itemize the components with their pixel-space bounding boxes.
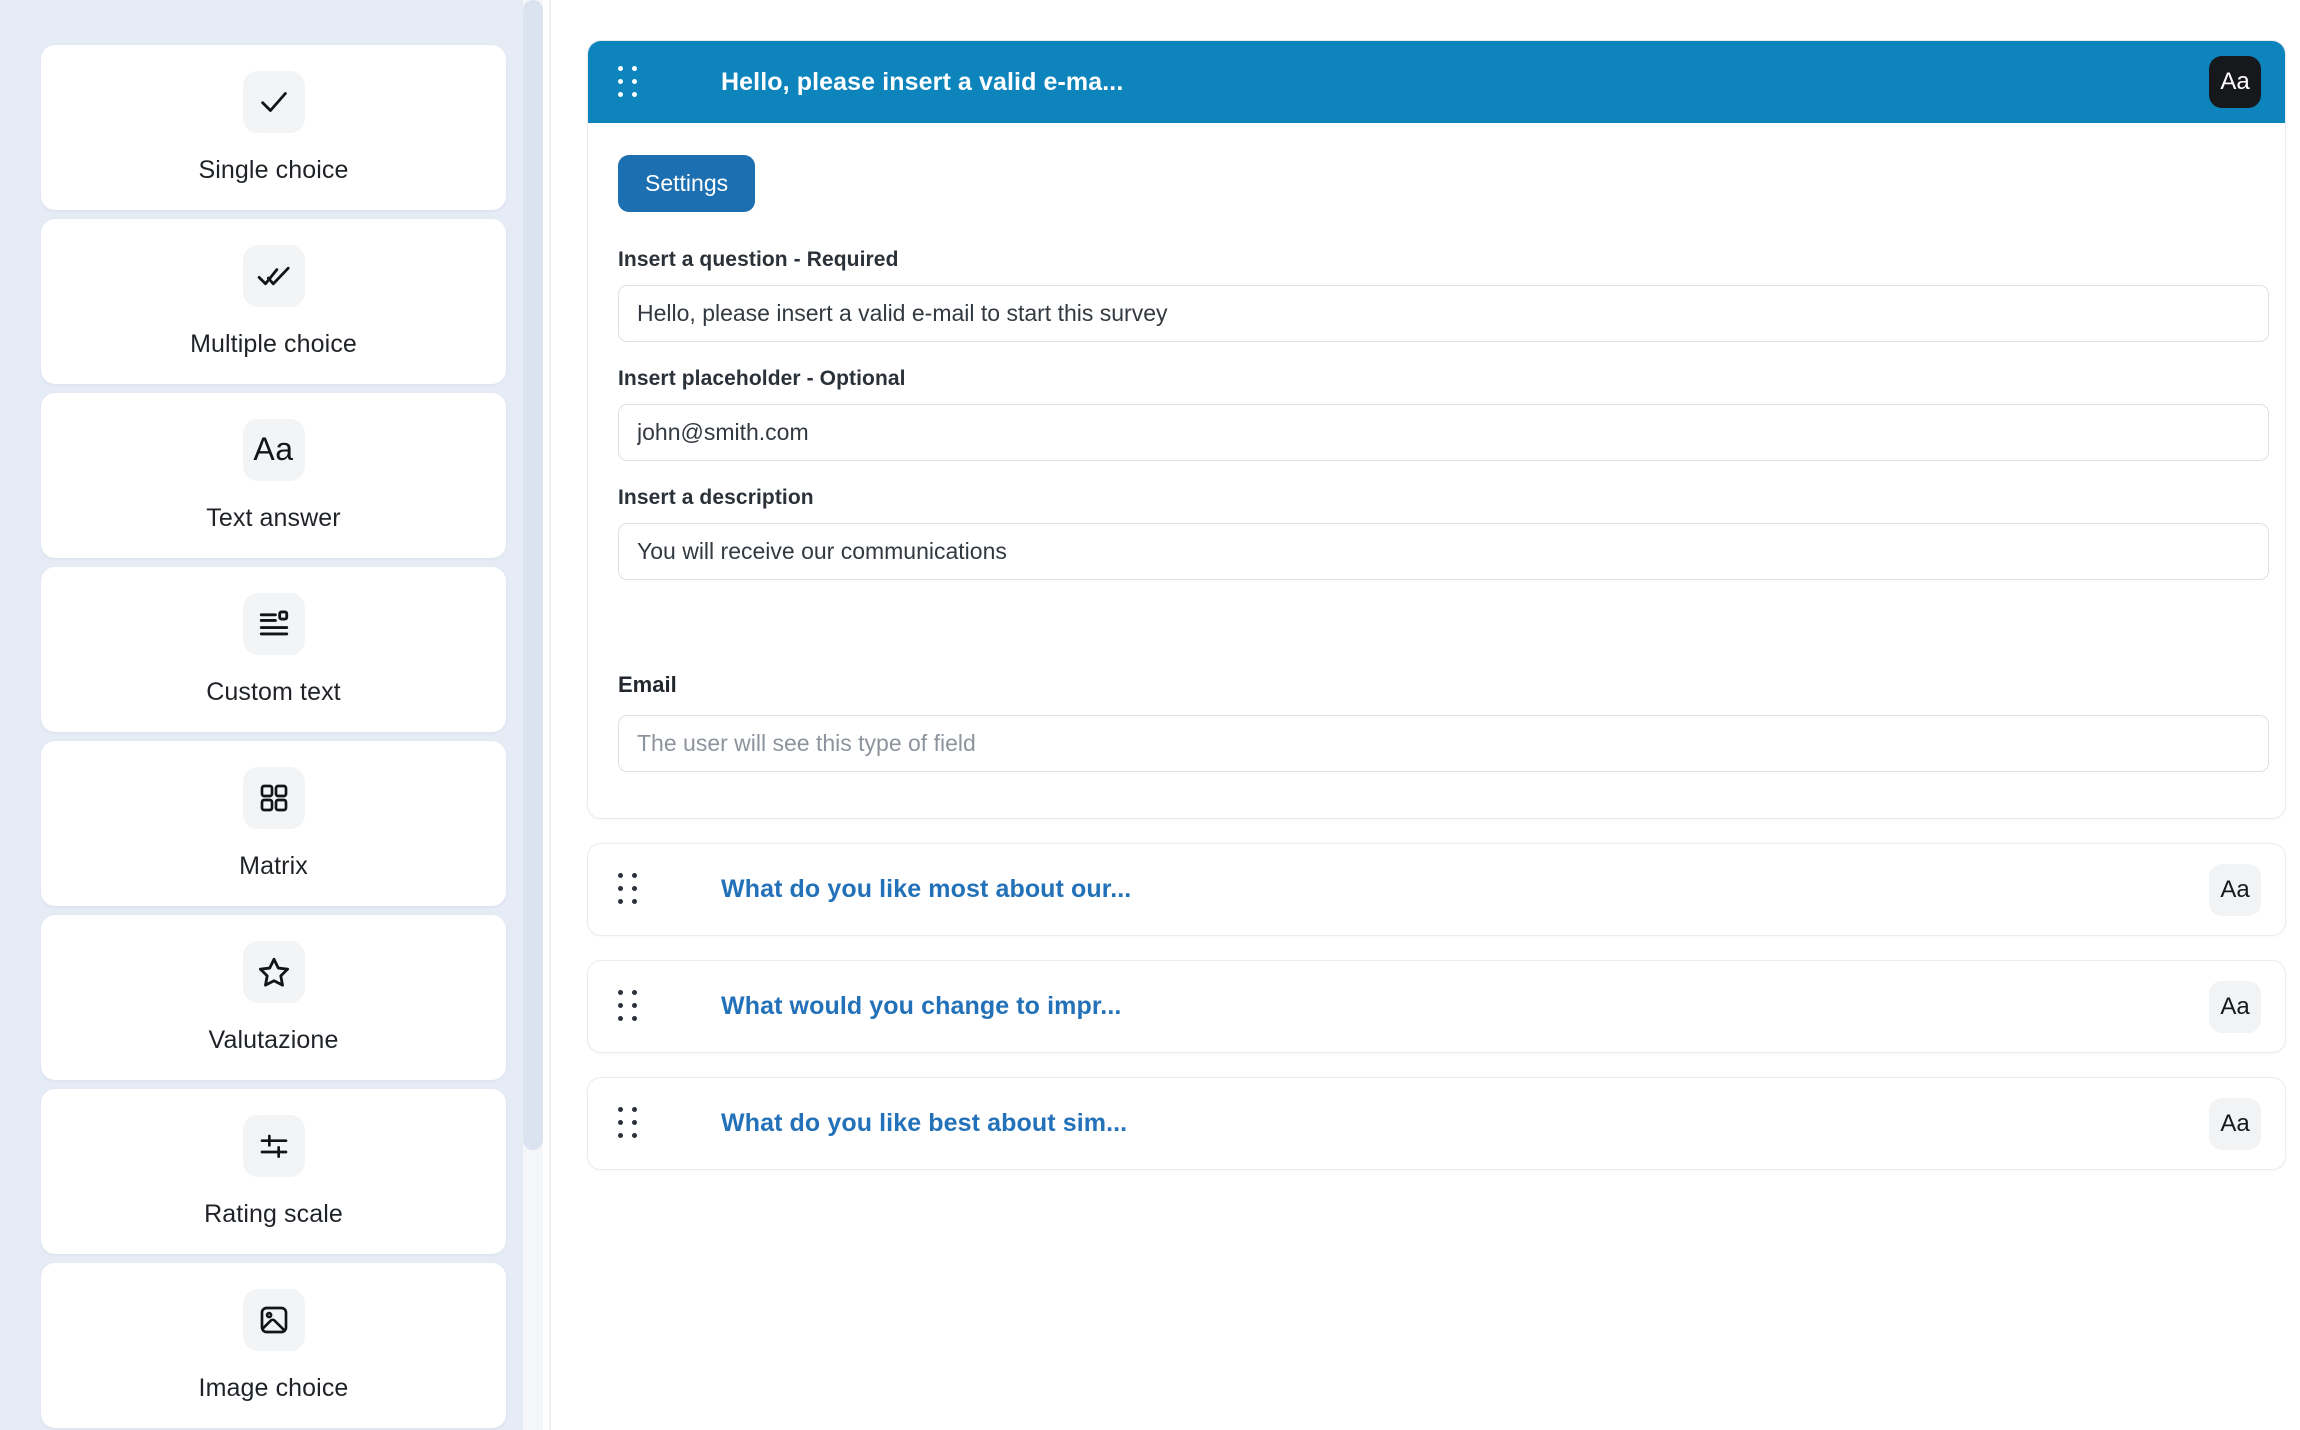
image-icon	[242, 1288, 305, 1351]
drag-handle-icon[interactable]	[618, 1107, 644, 1141]
text-type-button[interactable]: Aa	[2209, 56, 2261, 108]
placeholder-field-group: Insert placeholder - Optional	[618, 367, 2269, 461]
sidebar-item-multiple-choice[interactable]: Multiple choice	[41, 219, 506, 384]
drag-handle-icon[interactable]	[618, 990, 644, 1024]
sidebar-item-custom-text[interactable]: Custom text	[41, 567, 506, 732]
sidebar-panel: Single choice Multiple choice Aa Text an…	[0, 0, 551, 1430]
app-root: Single choice Multiple choice Aa Text an…	[0, 0, 2300, 1430]
collapsed-question-row[interactable]: What do you like most about our... Aa	[587, 843, 2286, 936]
placeholder-input[interactable]	[618, 404, 2269, 461]
question-card-header: Hello, please insert a valid e-ma... Aa	[588, 41, 2285, 123]
sidebar-item-label: Matrix	[239, 851, 308, 880]
sidebar-item-label: Custom text	[206, 677, 341, 706]
collapsed-question-title: What do you like best about sim...	[721, 1109, 1128, 1137]
email-preview-label: Email	[618, 672, 677, 697]
grid-squares-icon	[242, 766, 305, 829]
text-aa-icon: Aa	[242, 418, 305, 481]
question-card-body: Settings Insert a question - Required In…	[588, 123, 2285, 818]
sidebar-item-valutazione[interactable]: Valutazione	[41, 915, 506, 1080]
drag-handle-icon[interactable]	[618, 873, 644, 907]
sidebar-scrollbar-thumb[interactable]	[523, 0, 543, 1150]
collapsed-question-title: What do you like most about our...	[721, 875, 1132, 903]
question-field-label: Insert a question - Required	[618, 248, 899, 271]
sidebar-item-label: Single choice	[198, 155, 349, 184]
email-preview-group: Email	[618, 672, 2269, 772]
sidebar-item-label: Valutazione	[208, 1025, 339, 1054]
question-input[interactable]	[618, 285, 2269, 342]
question-type-list: Single choice Multiple choice Aa Text an…	[0, 0, 531, 1430]
sidebar-item-label: Multiple choice	[190, 329, 357, 358]
sidebar-item-rating-scale[interactable]: Rating scale	[41, 1089, 506, 1254]
text-type-button[interactable]: Aa	[2209, 1097, 2261, 1150]
sidebar-item-image-choice[interactable]: Image choice	[41, 1263, 506, 1428]
description-field-group: Insert a description	[618, 486, 2269, 580]
sidebar-item-label: Text answer	[206, 503, 341, 532]
expanded-question-card: Hello, please insert a valid e-ma... Aa …	[587, 40, 2286, 819]
description-field-label: Insert a description	[618, 486, 814, 509]
question-field-group: Insert a question - Required	[618, 248, 2269, 342]
sidebar-item-text-answer[interactable]: Aa Text answer	[41, 393, 506, 558]
collapsed-question-title: What would you change to impr...	[721, 992, 1122, 1020]
custom-text-icon	[242, 592, 305, 655]
double-check-icon	[242, 244, 305, 307]
sidebar-item-label: Image choice	[198, 1373, 349, 1402]
sliders-icon	[242, 1114, 305, 1177]
check-icon	[242, 70, 305, 133]
sidebar-item-matrix[interactable]: Matrix	[41, 741, 506, 906]
description-input[interactable]	[618, 523, 2269, 580]
text-type-button[interactable]: Aa	[2209, 863, 2261, 916]
email-preview-input[interactable]	[618, 715, 2269, 772]
sidebar-item-single-choice[interactable]: Single choice	[41, 45, 506, 210]
sidebar-item-label: Rating scale	[204, 1199, 343, 1228]
drag-handle-icon[interactable]	[618, 65, 644, 99]
collapsed-question-row[interactable]: What do you like best about sim... Aa	[587, 1077, 2286, 1170]
text-type-button[interactable]: Aa	[2209, 980, 2261, 1033]
star-icon	[242, 940, 305, 1003]
question-title: Hello, please insert a valid e-ma...	[721, 67, 1124, 96]
question-editor-area: Hello, please insert a valid e-ma... Aa …	[551, 0, 2300, 1430]
settings-button[interactable]: Settings	[618, 155, 756, 212]
placeholder-field-label: Insert placeholder - Optional	[618, 367, 906, 390]
collapsed-question-row[interactable]: What would you change to impr... Aa	[587, 960, 2286, 1053]
